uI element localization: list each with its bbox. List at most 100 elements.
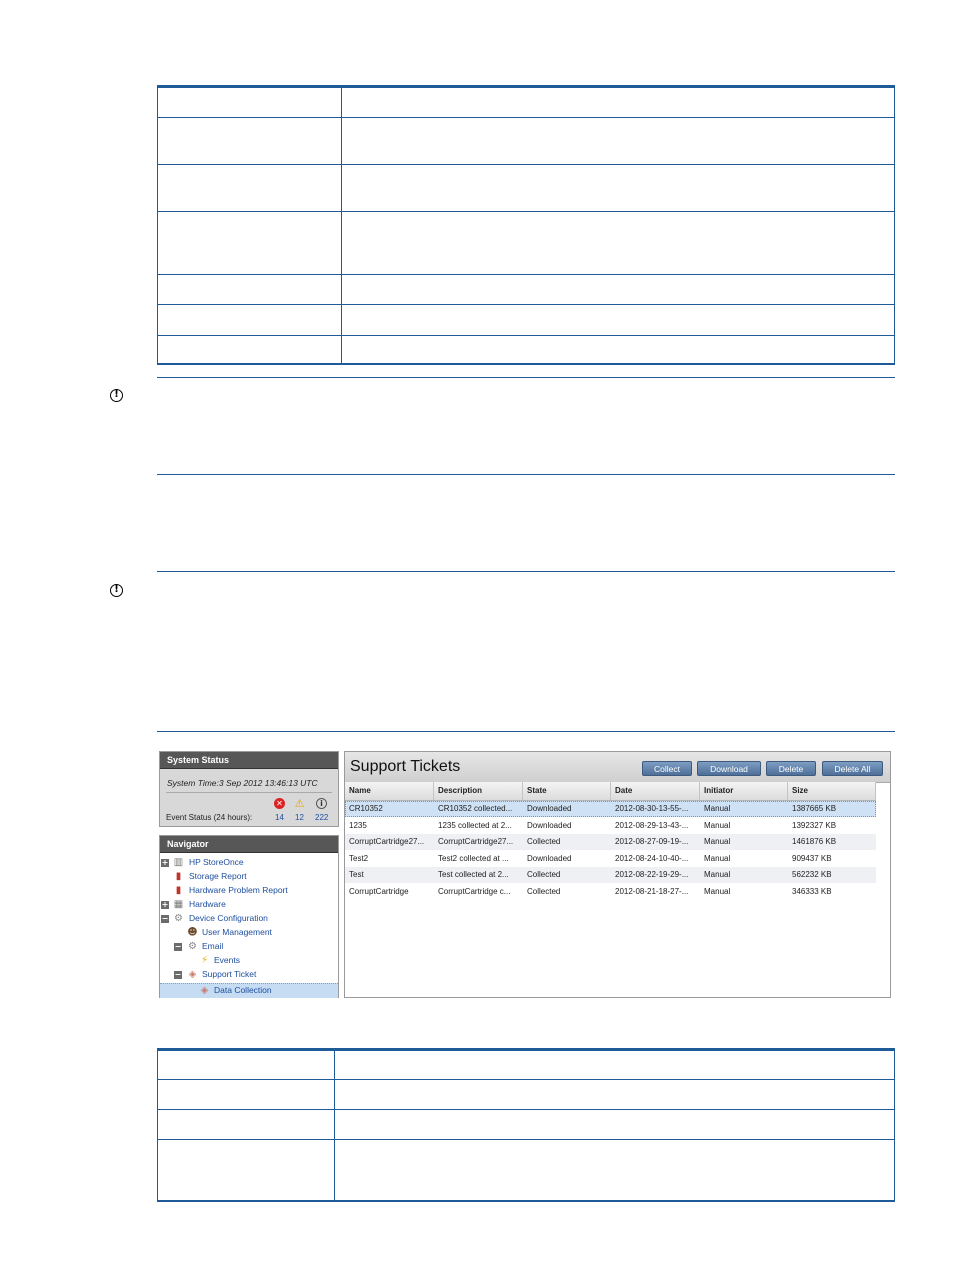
cell-name: Test2 <box>349 854 369 863</box>
support-tickets-title: Support Tickets <box>350 758 461 775</box>
table-cell <box>334 1139 895 1201</box>
table-cell <box>157 1049 335 1080</box>
divider <box>157 377 895 378</box>
navigator-panel: Navigator + ▥ HP StoreOnce ▮ Storage Rep… <box>159 835 339 998</box>
collapse-icon[interactable]: − <box>161 915 169 923</box>
table-cell <box>342 87 895 118</box>
gear-icon: ⚙ <box>188 941 197 952</box>
nav-item-storage-report[interactable]: Storage Report <box>189 869 247 883</box>
important-icon: ! <box>110 389 123 402</box>
cell-date: 2012-08-27-09-19-... <box>615 837 689 846</box>
nav-item-data-collection[interactable]: Data Collection <box>214 983 272 997</box>
gear-icon: ⚙ <box>174 913 183 924</box>
cell-date: 2012-08-29-13-43-... <box>615 821 689 830</box>
cell-state: Collected <box>527 887 561 896</box>
table-row[interactable]: CorruptCartridge27... CorruptCartridge27… <box>345 834 876 850</box>
cell-description: 1235 collected at 2... <box>438 821 512 830</box>
collapse-icon[interactable]: − <box>174 943 182 951</box>
navigator-header: Navigator <box>160 836 338 853</box>
column-header-date[interactable]: Date <box>611 782 700 800</box>
cell-size: 346333 KB <box>792 887 832 896</box>
table-row[interactable]: CR10352 CR10352 collected... Downloaded … <box>345 801 876 817</box>
cell-name: 1235 <box>349 821 367 830</box>
divider <box>157 731 895 732</box>
cell-description: CorruptCartridge27... <box>438 837 514 846</box>
table-cell <box>157 1109 335 1140</box>
lightning-icon: ⚡ <box>200 955 209 966</box>
bar-chart-icon: ▮ <box>175 871 182 882</box>
column-header-size[interactable]: Size <box>788 782 876 800</box>
table-cell <box>341 164 895 212</box>
table-cell <box>341 274 895 305</box>
table-cell <box>157 117 342 165</box>
cell-name: CR10352 <box>349 804 383 813</box>
table-row[interactable]: CorruptCartridge CorruptCartridge c... C… <box>345 884 876 900</box>
table-row[interactable]: 1235 1235 collected at 2... Downloaded 2… <box>345 818 876 834</box>
expand-icon[interactable]: + <box>161 901 169 909</box>
cell-date: 2012-08-21-18-27-... <box>615 887 689 896</box>
bottom-table <box>157 1048 895 1202</box>
cell-size: 562232 KB <box>792 870 832 879</box>
cell-initiator: Manual <box>704 821 731 830</box>
divider <box>166 792 332 793</box>
download-button[interactable]: Download <box>697 761 761 776</box>
table-cell <box>341 117 895 165</box>
nav-item-hardware[interactable]: Hardware <box>189 897 226 911</box>
table-cell <box>157 335 342 364</box>
table-cell <box>334 1109 895 1140</box>
divider <box>157 474 895 475</box>
nav-item-events[interactable]: Events <box>214 953 240 967</box>
table-row[interactable]: Test Test collected at 2... Collected 20… <box>345 867 876 883</box>
info-count[interactable]: 222 <box>315 813 328 822</box>
warning-count[interactable]: 12 <box>295 813 304 822</box>
delete-button[interactable]: Delete <box>766 761 816 776</box>
system-status-panel: System Status System Time:3 Sep 2012 13:… <box>159 751 339 827</box>
nav-item-user-management[interactable]: User Management <box>202 925 272 939</box>
cell-description: CR10352 collected... <box>438 804 513 813</box>
column-header-state[interactable]: State <box>523 782 611 800</box>
cell-size: 1392327 KB <box>792 821 837 830</box>
cell-initiator: Manual <box>704 854 731 863</box>
table-cell <box>334 1079 895 1110</box>
error-icon[interactable]: ✕ <box>274 798 285 809</box>
cell-initiator: Manual <box>704 837 731 846</box>
nav-item-support-ticket[interactable]: Support Ticket <box>202 967 256 981</box>
cell-initiator: Manual <box>704 870 731 879</box>
warning-icon[interactable]: ⚠ <box>294 798 305 809</box>
cell-name: CorruptCartridge27... <box>349 837 425 846</box>
table-row[interactable]: Test2 Test2 collected at ... Downloaded … <box>345 851 876 867</box>
cell-state: Collected <box>527 837 561 846</box>
expand-icon[interactable]: + <box>161 859 169 867</box>
nav-item-hp-storeonce[interactable]: HP StoreOnce <box>189 855 244 869</box>
cell-initiator: Manual <box>704 887 731 896</box>
info-icon[interactable]: i <box>316 798 327 809</box>
cell-state: Downloaded <box>527 854 572 863</box>
hardware-icon: ▦ <box>173 899 184 910</box>
server-icon: ▥ <box>173 857 184 868</box>
ticket-icon: ◈ <box>200 985 209 996</box>
table-cell <box>335 1050 895 1080</box>
table-cell <box>341 304 895 336</box>
delete-all-button[interactable]: Delete All <box>822 761 883 776</box>
table-cell <box>157 1079 335 1110</box>
nav-item-device-configuration[interactable]: Device Configuration <box>189 911 268 925</box>
cell-date: 2012-08-30-13-55-... <box>615 804 689 813</box>
cell-name: CorruptCartridge <box>349 887 409 896</box>
table-cell <box>157 1139 335 1201</box>
system-time: System Time:3 Sep 2012 13:46:13 UTC <box>167 778 318 788</box>
cell-state: Collected <box>527 870 561 879</box>
bar-chart-icon: ▮ <box>175 885 182 896</box>
cell-size: 909437 KB <box>792 854 832 863</box>
table-cell <box>157 86 342 118</box>
nav-item-hardware-problem-report[interactable]: Hardware Problem Report <box>189 883 288 897</box>
table-cell <box>157 211 342 275</box>
nav-item-email[interactable]: Email <box>202 939 223 953</box>
table-cell <box>157 164 342 212</box>
collect-button[interactable]: Collect <box>642 761 692 776</box>
collapse-icon[interactable]: − <box>174 971 182 979</box>
cell-description: Test2 collected at ... <box>438 854 509 863</box>
error-count[interactable]: 14 <box>275 813 284 822</box>
column-header-name[interactable]: Name <box>345 782 434 800</box>
column-header-initiator[interactable]: Initiator <box>700 782 788 800</box>
column-header-description[interactable]: Description <box>434 782 523 800</box>
